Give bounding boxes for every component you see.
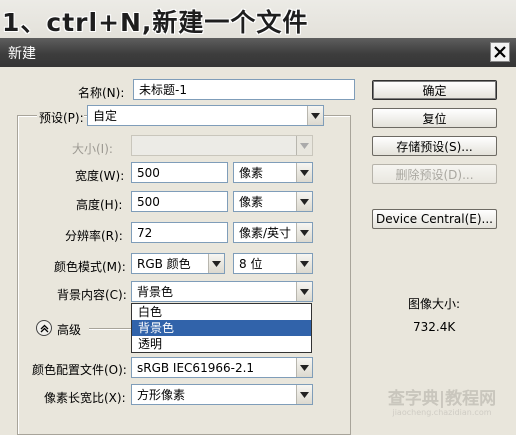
watermark: 查字典|教程网 jiaocheng.chazidian.com xyxy=(368,390,516,422)
color-profile-select[interactable]: sRGB IEC61966-2.1 xyxy=(131,357,313,378)
background-dropdown-list: 白色 背景色 透明 xyxy=(131,303,312,353)
height-label: 高度(H): xyxy=(76,198,123,212)
advanced-toggle[interactable] xyxy=(36,320,52,336)
advanced-label: 高级 xyxy=(57,323,82,337)
resolution-label: 分辨率(R): xyxy=(65,229,123,243)
dropdown-option-white[interactable]: 白色 xyxy=(132,304,311,320)
chevron-down-icon xyxy=(296,163,312,182)
height-unit-value: 像素 xyxy=(239,195,264,209)
height-unit-select[interactable]: 像素 xyxy=(233,191,313,212)
delete-preset-button: 删除预设(D)... xyxy=(372,164,497,184)
color-mode-select[interactable]: RGB 颜色 xyxy=(131,253,225,274)
banner-text: 1、ctrl+N,新建一个文件 xyxy=(2,8,309,37)
chevron-down-icon xyxy=(296,282,312,301)
chevron-down-icon xyxy=(296,358,312,377)
chevron-down-icon xyxy=(296,136,312,155)
resolution-input[interactable]: 72 xyxy=(131,222,228,243)
bit-depth-value: 8 位 xyxy=(239,257,263,271)
size-select xyxy=(131,135,313,156)
close-icon xyxy=(494,46,506,58)
pixel-aspect-label: 像素长宽比(X): xyxy=(44,391,126,405)
dialog-body: 名称(N): 未标题-1 预设(P): 自定 大小(I): 宽度(W): 500… xyxy=(0,67,516,435)
color-profile-label: 颜色配置文件(O): xyxy=(32,363,127,377)
close-button[interactable] xyxy=(490,42,510,62)
color-mode-value: RGB 颜色 xyxy=(137,257,191,271)
chevron-down-icon xyxy=(307,106,323,125)
dropdown-option-background-color[interactable]: 背景色 xyxy=(132,320,311,336)
dropdown-option-transparent[interactable]: 透明 xyxy=(132,336,311,352)
size-label: 大小(I): xyxy=(72,142,113,156)
bit-depth-select[interactable]: 8 位 xyxy=(233,253,313,274)
reset-button[interactable]: 复位 xyxy=(372,108,497,128)
background-select[interactable]: 背景色 xyxy=(131,281,313,302)
watermark-title: 查字典|教程网 xyxy=(387,389,497,409)
resolution-unit-select[interactable]: 像素/英寸 xyxy=(233,222,313,243)
pixel-aspect-value: 方形像素 xyxy=(137,388,186,402)
tutorial-banner: 1、ctrl+N,新建一个文件 xyxy=(0,0,516,38)
chevron-down-icon xyxy=(296,223,312,242)
name-label: 名称(N): xyxy=(78,86,125,100)
chevron-up-icon xyxy=(40,324,48,332)
advanced-divider xyxy=(89,328,133,330)
pixel-aspect-select[interactable]: 方形像素 xyxy=(131,384,313,405)
chevron-down-icon xyxy=(208,254,224,273)
preset-value: 自定 xyxy=(93,109,118,123)
chevron-down-icon xyxy=(296,192,312,211)
dialog-titlebar: 新建 xyxy=(0,38,516,67)
image-size-label: 图像大小: xyxy=(408,297,461,311)
save-preset-button[interactable]: 存储预设(S)... xyxy=(372,136,497,156)
device-central-button[interactable]: Device Central(E)... xyxy=(372,209,497,229)
color-profile-value: sRGB IEC61966-2.1 xyxy=(137,360,255,375)
chevron-down-icon xyxy=(296,254,312,273)
background-value: 背景色 xyxy=(137,285,174,299)
ok-button[interactable]: 确定 xyxy=(372,80,497,100)
width-unit-value: 像素 xyxy=(239,166,264,180)
watermark-url: jiaocheng.chazidian.com xyxy=(392,408,492,417)
background-label: 背景内容(C): xyxy=(57,288,127,302)
height-input[interactable]: 500 xyxy=(131,191,228,212)
width-label: 宽度(W): xyxy=(75,169,125,183)
preset-label: 预设(P): xyxy=(37,109,84,126)
chevron-down-icon xyxy=(296,385,312,404)
color-mode-label: 颜色模式(M): xyxy=(54,260,126,274)
width-unit-select[interactable]: 像素 xyxy=(233,162,313,183)
width-input[interactable]: 500 xyxy=(131,162,228,183)
dialog-title: 新建 xyxy=(8,46,36,62)
preset-select[interactable]: 自定 xyxy=(87,105,324,126)
name-input[interactable]: 未标题-1 xyxy=(133,79,355,100)
image-size-value: 732.4K xyxy=(413,320,456,334)
resolution-unit-value: 像素/英寸 xyxy=(239,226,292,240)
